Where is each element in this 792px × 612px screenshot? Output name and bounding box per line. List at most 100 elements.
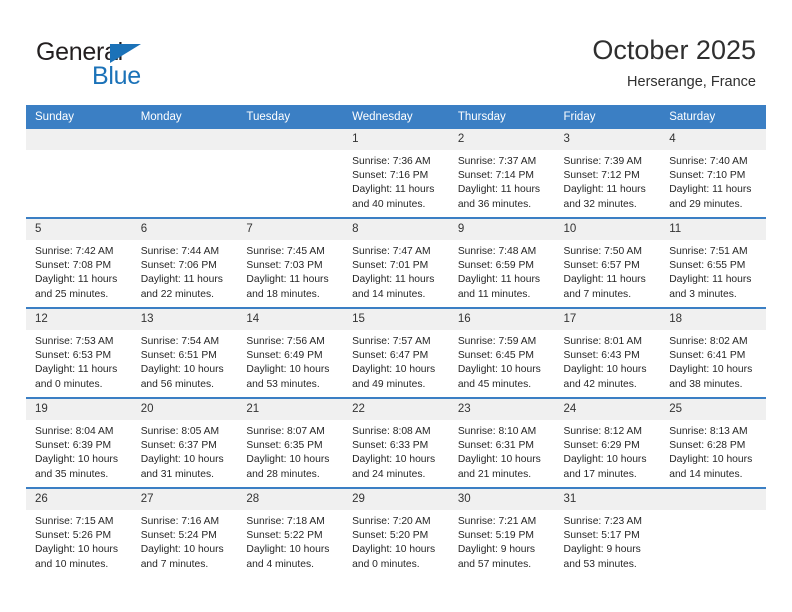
calendar-day-cell[interactable]: 1 Sunrise: 7:36 AM Sunset: 7:16 PM Daylight…: [343, 129, 449, 218]
calendar-day-cell[interactable]: 30 Sunrise: 7:21 AM Sunset: 5:19 PM Dayligh…: [448, 487, 555, 577]
calendar-week-row: 26 Sunrise: 7:15 AM Sunset: 5:26 PM Dayligh…: [26, 487, 766, 577]
sunrise-time: Sunrise: 7:54 AM: [140, 336, 220, 347]
daylight-duration-line2: and 45 minutes.: [457, 378, 532, 390]
day-number: 16: [448, 309, 555, 330]
day-number: 31: [554, 489, 661, 510]
sunset-time: Sunset: 6:39 PM: [35, 440, 112, 452]
day-details: Sunrise: 8:10 AM Sunset: 6:31 PM Daylight:…: [449, 420, 555, 482]
calendar-day-cell-empty: [131, 129, 238, 218]
calendar-day-cell[interactable]: 13 Sunrise: 7:54 AM Sunset: 6:51 PM Dayligh…: [131, 307, 238, 398]
calendar-day-cell[interactable]: 26 Sunrise: 7:15 AM Sunset: 5:26 PM Dayligh…: [26, 487, 132, 577]
daylight-duration-line1: Daylight: 9 hours: [563, 544, 641, 556]
day-number: 22: [343, 399, 449, 420]
calendar-week-row: 12 Sunrise: 7:53 AM Sunset: 6:53 PM Dayligh…: [26, 307, 766, 398]
daylight-duration-line1: Daylight: 10 hours: [457, 364, 541, 376]
calendar-day-cell[interactable]: 24 Sunrise: 8:12 AM Sunset: 6:29 PM Dayligh…: [554, 397, 661, 488]
daylight-duration-line2: and 40 minutes.: [352, 198, 426, 210]
calendar-day-cell[interactable]: 4 Sunrise: 7:40 AM Sunset: 7:10 PM Daylight…: [660, 129, 766, 218]
daylight-duration-line1: Daylight: 11 hours: [457, 184, 541, 196]
daylight-duration-line1: Daylight: 10 hours: [352, 544, 436, 556]
day-details: Sunrise: 7:15 AM Sunset: 5:26 PM Daylight:…: [26, 510, 132, 572]
daylight-duration-line2: and 31 minutes.: [140, 468, 214, 480]
sunrise-time: Sunrise: 7:56 AM: [246, 336, 325, 347]
daylight-duration-line1: Daylight: 10 hours: [35, 544, 118, 556]
calendar-day-cell[interactable]: 11 Sunrise: 7:51 AM Sunset: 6:55 PM Dayligh…: [660, 217, 766, 308]
daylight-duration-line2: and 22 minutes.: [140, 288, 214, 300]
weekday-header-friday: Friday: [554, 105, 661, 129]
sunrise-time: Sunrise: 8:07 AM: [246, 426, 325, 437]
day-number: 7: [237, 219, 344, 240]
daylight-duration-line2: and 14 minutes.: [352, 288, 426, 300]
sunrise-time: Sunrise: 7:51 AM: [669, 246, 748, 257]
page-subtitle-location: Herserange, France: [627, 74, 756, 90]
sunrise-time: Sunrise: 7:50 AM: [563, 246, 642, 257]
sunrise-time: Sunrise: 8:01 AM: [563, 336, 642, 347]
day-details: Sunrise: 7:39 AM Sunset: 7:12 PM Daylight:…: [555, 150, 661, 212]
calendar-day-cell[interactable]: 17 Sunrise: 8:01 AM Sunset: 6:43 PM Dayligh…: [554, 307, 661, 398]
sunrise-time: Sunrise: 8:02 AM: [669, 336, 748, 347]
sunset-time: Sunset: 7:01 PM: [352, 260, 429, 272]
daylight-duration-line1: Daylight: 10 hours: [563, 454, 647, 466]
calendar-day-cell[interactable]: 12 Sunrise: 7:53 AM Sunset: 6:53 PM Dayligh…: [26, 307, 132, 398]
calendar-day-cell[interactable]: 16 Sunrise: 7:59 AM Sunset: 6:45 PM Dayligh…: [448, 307, 555, 398]
day-details: Sunrise: 7:48 AM Sunset: 6:59 PM Daylight:…: [449, 240, 555, 302]
day-number: 25: [660, 399, 766, 420]
daylight-duration-line2: and 53 minutes.: [563, 558, 637, 570]
calendar-day-cell[interactable]: 6 Sunrise: 7:44 AM Sunset: 7:06 PM Daylight…: [131, 217, 238, 308]
sunrise-time: Sunrise: 7:53 AM: [35, 336, 114, 347]
calendar-day-cell[interactable]: 14 Sunrise: 7:56 AM Sunset: 6:49 PM Dayligh…: [237, 307, 344, 398]
sunset-time: Sunset: 7:16 PM: [352, 170, 429, 182]
calendar-day-cell[interactable]: 10 Sunrise: 7:50 AM Sunset: 6:57 PM Dayligh…: [554, 217, 661, 308]
day-details: Sunrise: 8:04 AM Sunset: 6:39 PM Daylight:…: [26, 420, 132, 482]
calendar-day-cell[interactable]: 5 Sunrise: 7:42 AM Sunset: 7:08 PM Daylight…: [26, 217, 132, 308]
calendar-day-cell[interactable]: 15 Sunrise: 7:57 AM Sunset: 6:47 PM Dayligh…: [343, 307, 449, 398]
sunset-time: Sunset: 6:57 PM: [563, 260, 640, 272]
calendar-day-cell[interactable]: 18 Sunrise: 8:02 AM Sunset: 6:41 PM Dayligh…: [660, 307, 766, 398]
day-details: Sunrise: 8:05 AM Sunset: 6:37 PM Daylight:…: [132, 420, 238, 482]
calendar-day-cell[interactable]: 7 Sunrise: 7:45 AM Sunset: 7:03 PM Daylight…: [237, 217, 344, 308]
day-number: 8: [343, 219, 449, 240]
daylight-duration-line1: Daylight: 10 hours: [669, 364, 753, 376]
calendar-day-cell[interactable]: 2 Sunrise: 7:37 AM Sunset: 7:14 PM Daylight…: [448, 129, 555, 218]
sunset-time: Sunset: 6:35 PM: [246, 440, 323, 452]
daylight-duration-line2: and 0 minutes.: [35, 378, 103, 390]
day-details: Sunrise: 7:40 AM Sunset: 7:10 PM Daylight:…: [660, 150, 766, 212]
sunset-time: Sunset: 5:22 PM: [246, 530, 323, 542]
calendar-day-cell[interactable]: 22 Sunrise: 8:08 AM Sunset: 6:33 PM Dayligh…: [343, 397, 449, 488]
calendar-day-cell[interactable]: 29 Sunrise: 7:20 AM Sunset: 5:20 PM Dayligh…: [343, 487, 449, 577]
sunset-time: Sunset: 7:06 PM: [140, 260, 217, 272]
calendar-day-cell[interactable]: 27 Sunrise: 7:16 AM Sunset: 5:24 PM Dayligh…: [131, 487, 238, 577]
daylight-duration-line1: Daylight: 10 hours: [563, 364, 647, 376]
day-details: Sunrise: 8:01 AM Sunset: 6:43 PM Daylight:…: [555, 330, 661, 392]
sunrise-time: Sunrise: 7:36 AM: [352, 156, 431, 167]
sunset-time: Sunset: 7:03 PM: [246, 260, 323, 272]
day-number: [660, 489, 766, 510]
calendar-day-cell[interactable]: 3 Sunrise: 7:39 AM Sunset: 7:12 PM Daylight…: [554, 129, 661, 218]
day-details: Sunrise: 8:08 AM Sunset: 6:33 PM Daylight:…: [343, 420, 449, 482]
calendar-day-cell[interactable]: 19 Sunrise: 8:04 AM Sunset: 6:39 PM Dayligh…: [26, 397, 132, 488]
calendar-day-cell[interactable]: 23 Sunrise: 8:10 AM Sunset: 6:31 PM Dayligh…: [448, 397, 555, 488]
calendar-day-cell[interactable]: 8 Sunrise: 7:47 AM Sunset: 7:01 PM Daylight…: [343, 217, 449, 308]
daylight-duration-line2: and 42 minutes.: [563, 378, 637, 390]
calendar-body: 1 Sunrise: 7:36 AM Sunset: 7:16 PM Daylight…: [26, 129, 766, 577]
calendar-day-cell[interactable]: 31 Sunrise: 7:23 AM Sunset: 5:17 PM Dayligh…: [554, 487, 661, 577]
sunset-time: Sunset: 6:51 PM: [140, 350, 217, 362]
day-number: 28: [237, 489, 344, 510]
daylight-duration-line2: and 49 minutes.: [352, 378, 426, 390]
daylight-duration-line2: and 4 minutes.: [246, 558, 314, 570]
sunset-time: Sunset: 6:41 PM: [669, 350, 746, 362]
page-title: October 2025: [592, 35, 756, 65]
daylight-duration-line1: Daylight: 10 hours: [140, 364, 224, 376]
calendar-day-cell[interactable]: 21 Sunrise: 8:07 AM Sunset: 6:35 PM Dayligh…: [237, 397, 344, 488]
daylight-duration-line1: Daylight: 11 hours: [35, 274, 118, 286]
calendar-day-cell[interactable]: 25 Sunrise: 8:13 AM Sunset: 6:28 PM Dayligh…: [660, 397, 766, 488]
calendar-day-cell[interactable]: 9 Sunrise: 7:48 AM Sunset: 6:59 PM Daylight…: [448, 217, 555, 308]
day-details: Sunrise: 8:13 AM Sunset: 6:28 PM Daylight:…: [660, 420, 766, 482]
day-number: 6: [131, 219, 238, 240]
day-number: 24: [554, 399, 661, 420]
day-number: [131, 129, 238, 150]
calendar-day-cell[interactable]: 28 Sunrise: 7:18 AM Sunset: 5:22 PM Dayligh…: [237, 487, 344, 577]
general-blue-logo[interactable]: General Blue: [36, 38, 236, 90]
day-number: 26: [26, 489, 132, 510]
calendar-day-cell[interactable]: 20 Sunrise: 8:05 AM Sunset: 6:37 PM Dayligh…: [131, 397, 238, 488]
